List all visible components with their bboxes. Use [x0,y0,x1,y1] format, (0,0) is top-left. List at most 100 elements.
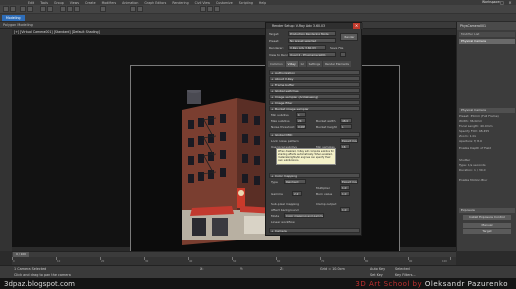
tab-render-elements[interactable]: Render Elements [323,61,351,67]
save-file-checkbox[interactable]: Save File [330,46,343,50]
key-filters-button[interactable]: Key Filters... [395,273,416,277]
material-editor-icon[interactable] [200,6,206,12]
rollout-bucket-sampler[interactable]: Bucket image sampler [269,106,360,111]
burn-field[interactable]: 1.0 [340,191,350,196]
menu-rendering[interactable]: Rendering [172,1,188,5]
timeline-ruler[interactable]: 0 10 20 30 40 50 60 70 80 90 100 [12,257,456,265]
exposure-target-button[interactable]: Target [463,229,511,234]
tick-label: 30 [145,260,149,263]
menu-tools[interactable]: Tools [40,1,48,5]
sub-pixel-checkbox[interactable]: Sub-pixel mapping [271,202,299,206]
menu-customize[interactable]: Customize [216,1,233,5]
rollout-image-filter[interactable]: Image filter [269,100,360,105]
object-name-field[interactable]: PhysCamera001 [457,22,516,30]
cam-dof-checkbox[interactable]: Enable Depth of Field [459,146,515,151]
move-icon[interactable] [60,6,66,12]
select-icon[interactable] [40,6,46,12]
render-icon[interactable] [214,6,220,12]
viewport[interactable] [12,35,456,280]
bucket-width-label: Bucket width [316,119,336,123]
render-setup-dialog: Render Setup: V-Ray Adv 3.60.03 × Target… [265,22,363,236]
tab-modeling[interactable]: Modeling [2,15,25,21]
max-subdivs-field[interactable]: 24 [296,118,306,123]
linear-workflow-checkbox[interactable]: Linear workflow [271,220,295,224]
select-by-name-icon[interactable] [47,6,53,12]
cam-duration[interactable]: Duration: 1 / 30.0 [459,168,515,173]
credit-name: Oleksandr Pazurenko [424,280,508,288]
undo-icon[interactable] [3,6,9,12]
rollout-global-switches[interactable]: Global switches [269,88,360,93]
coord-x-label: X: [200,267,204,271]
coord-z-label: Z: [280,267,284,271]
gamma-field[interactable]: 2.2 [292,191,302,196]
redo-icon[interactable] [10,6,16,12]
viewport-label[interactable]: [+] [Virtual Camera001] [Standard] [Defa… [14,29,100,35]
tab-common[interactable]: Common [268,61,285,67]
bucket-width-field[interactable]: 48.0 [340,118,352,123]
min-samples-field[interactable]: 16 [340,144,350,149]
menu-views[interactable]: Views [70,1,79,5]
rollout-color-mapping[interactable]: Color mapping [269,173,360,178]
tab-vray[interactable]: V-Ray [285,61,298,67]
max-subdivs-label: Max subdivs [271,119,290,123]
render-button[interactable]: Render [340,33,358,41]
cm-mode-dropdown[interactable]: Color mapping and gamma [284,213,324,218]
lock-noise-checkbox[interactable]: Lock noise pattern [271,139,299,143]
cm-type-dropdown[interactable]: Reinhard [284,179,306,184]
unlink-icon[interactable] [27,6,33,12]
menu-modifiers[interactable]: Modifiers [102,1,117,5]
menu-civil-view[interactable]: Civil View [195,1,210,5]
min-subdivs-field[interactable]: 1 [296,112,306,117]
rollout-frame-buffer[interactable]: Frame buffer [269,82,360,87]
auto-key-button[interactable]: Auto Key [370,267,385,271]
render-setup-icon[interactable] [207,6,213,12]
rollout-authorization[interactable]: Authorization [269,70,360,75]
preset-dropdown[interactable]: No preset selected [288,38,336,43]
bucket-height-field[interactable]: L [340,124,352,129]
expert-mode-button[interactable]: Expert mode [340,138,358,143]
menu-group[interactable]: Group [54,1,64,5]
menu-animation[interactable]: Animation [122,1,138,5]
menu-create[interactable]: Create [85,1,96,5]
rollout-image-sampler[interactable]: Image sampler (Antialiasing) [269,94,360,99]
mirror-icon[interactable] [130,6,136,12]
modifier-list-dropdown[interactable]: Modifier List [459,32,515,37]
video-footer: 3dpaz.blogspot.com 3D Art School by Olek… [0,278,516,289]
section-exposure[interactable]: Exposure [459,208,515,213]
target-dropdown[interactable]: Production Rendering Mode [288,31,336,36]
tab-settings[interactable]: Settings [306,61,323,67]
view-dropdown[interactable]: Quad 4 - PhysCamera001 [288,52,336,57]
selected-dropdown[interactable]: Selected [395,267,410,271]
scale-icon[interactable] [74,6,80,12]
cam-motion-blur-checkbox[interactable]: Enable Motion Blur [459,178,515,183]
set-key-button[interactable]: Set Key [370,273,383,277]
install-exposure-button[interactable]: Install Exposure Control [463,215,511,220]
rollout-camera[interactable]: Camera [269,228,360,233]
menu-graph-editors[interactable]: Graph Editors [144,1,166,5]
lock-view-icon[interactable] [340,52,346,57]
modifier-stack-item[interactable]: Physical Camera [459,39,515,44]
rollout-global-dmc[interactable]: Global DMC [269,132,360,137]
section-physical-camera[interactable]: Physical Camera [459,108,515,113]
rollout-about[interactable]: About V-Ray [269,76,360,81]
renderer-dropdown[interactable]: V-Ray Adv 3.60.03 [288,45,326,50]
menu-scripting[interactable]: Scripting [239,1,253,5]
gamma-label: Gamma [271,192,283,196]
noise-threshold-field[interactable]: 0.005 [296,124,306,129]
align-icon[interactable] [137,6,143,12]
clamp-output-checkbox[interactable]: Clamp output [316,202,336,206]
clamp-level-field[interactable]: 1.0 [340,207,350,212]
menu-help[interactable]: Help [259,1,266,5]
affect-background-checkbox[interactable]: Affect background [271,208,299,212]
tab-gi[interactable]: GI [298,61,306,67]
link-icon[interactable] [20,6,26,12]
cm-expert-button[interactable]: Expert mode [340,179,358,184]
blog-url: 3dpaz.blogspot.com [4,280,75,288]
multiplier-field[interactable]: 1.0 [340,185,350,190]
rotate-icon[interactable] [67,6,73,12]
snap-icon[interactable] [100,6,106,12]
close-icon[interactable]: × [353,23,360,29]
exposure-manual-button[interactable]: Manual [463,223,511,228]
tick-label: 70 [321,260,325,263]
menu-edit[interactable]: Edit [28,1,34,5]
